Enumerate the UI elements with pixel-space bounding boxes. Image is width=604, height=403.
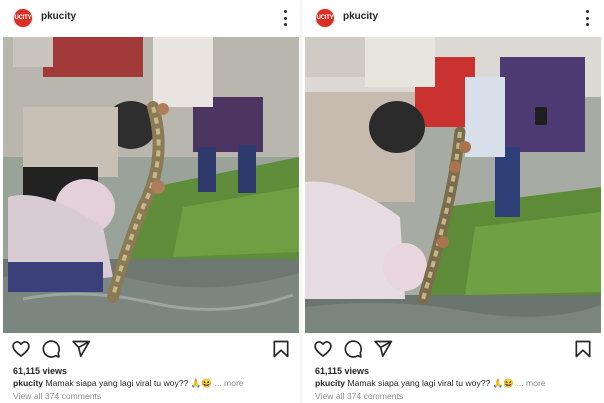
comment-icon[interactable] [41, 339, 61, 359]
comment-icon[interactable] [343, 339, 363, 359]
caption-text: Mamak siapa yang lagi viral tu woy?? 🙏😆 [45, 378, 213, 388]
post-header: UCITY pkucity [3, 0, 299, 36]
post-actions [305, 339, 601, 361]
post-card-left: UCITY pkucity 61,115 views pkucity Mamak… [3, 0, 299, 403]
bookmark-icon[interactable] [271, 339, 291, 359]
more-options-icon[interactable] [583, 10, 591, 26]
video-frame [3, 37, 299, 333]
more-options-icon[interactable] [281, 10, 289, 26]
caption: pkucity Mamak siapa yang lagi viral tu w… [13, 378, 244, 389]
more-link[interactable]: ... more [516, 378, 545, 388]
post-username[interactable]: pkucity [41, 11, 76, 22]
caption-username[interactable]: pkucity [13, 378, 43, 388]
post-media-image[interactable] [3, 37, 299, 333]
post-actions [3, 339, 299, 361]
share-icon[interactable] [71, 339, 91, 359]
avatar[interactable]: UCITY [13, 8, 33, 28]
avatar-text: UCITY [316, 15, 334, 21]
post-username[interactable]: pkucity [343, 11, 378, 22]
view-comments-link[interactable]: View all 374 comments [315, 391, 403, 401]
divider [300, 0, 302, 403]
avatar[interactable]: UCITY [315, 8, 335, 28]
post-card-right: UCITY pkucity 61,115 views pkucity Mamak… [305, 0, 601, 403]
bookmark-icon[interactable] [573, 339, 593, 359]
heart-icon[interactable] [11, 339, 31, 359]
avatar-text: UCITY [14, 15, 32, 21]
post-header: UCITY pkucity [305, 0, 601, 36]
heart-icon[interactable] [313, 339, 333, 359]
caption-text: Mamak siapa yang lagi viral tu woy?? 🙏😆 [347, 378, 515, 388]
share-icon[interactable] [373, 339, 393, 359]
post-media-image[interactable] [305, 37, 601, 333]
view-comments-link[interactable]: View all 374 comments [13, 391, 101, 401]
video-frame [305, 37, 601, 333]
view-count: 61,115 views [13, 366, 68, 376]
more-link[interactable]: ... more [214, 378, 243, 388]
view-count: 61,115 views [315, 366, 370, 376]
caption-username[interactable]: pkucity [315, 378, 345, 388]
caption: pkucity Mamak siapa yang lagi viral tu w… [315, 378, 546, 389]
